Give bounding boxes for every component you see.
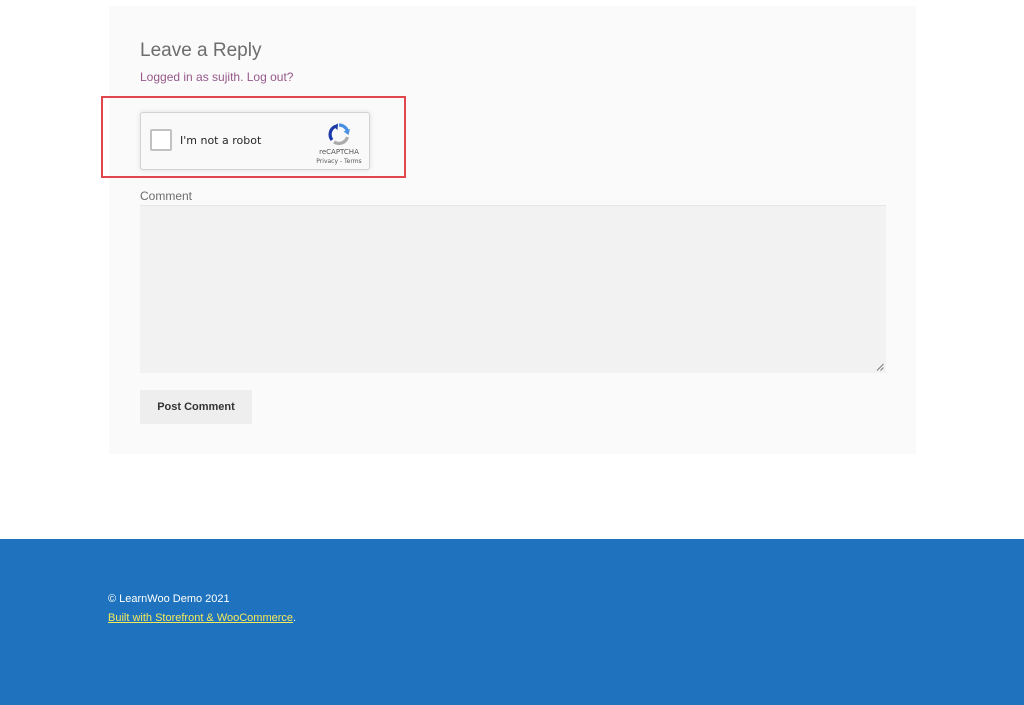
comment-textarea[interactable] xyxy=(140,205,886,373)
reply-title: Leave a Reply xyxy=(140,40,262,61)
recaptcha-terms-link[interactable]: Terms xyxy=(344,158,362,165)
comment-label: Comment xyxy=(140,189,193,203)
site-footer: © LearnWoo Demo 2021 Built with Storefro… xyxy=(0,539,1024,705)
recaptcha-logo-icon xyxy=(328,123,350,146)
logged-in-as: Logged in as sujith. Log out? xyxy=(140,70,293,84)
logout-link[interactable]: Log out? xyxy=(247,70,294,84)
recaptcha-links: Privacy - Terms xyxy=(311,158,367,165)
recaptcha-privacy-link[interactable]: Privacy xyxy=(316,158,338,165)
credit-suffix: . xyxy=(293,612,297,624)
storefront-credit-link[interactable]: Built with Storefront & WooCommerce xyxy=(108,612,293,624)
recaptcha-brand: reCAPTCHA xyxy=(319,148,359,156)
recaptcha-widget: I'm not a robot reCAPTCHA Privacy - Term… xyxy=(140,112,370,170)
recaptcha-checkbox[interactable] xyxy=(150,129,172,151)
footer-credit: Built with Storefront & WooCommerce. xyxy=(108,612,296,624)
resize-grip-icon[interactable] xyxy=(876,363,884,371)
post-comment-button[interactable]: Post Comment xyxy=(140,390,252,424)
logged-in-text: Logged in as sujith. xyxy=(140,70,244,84)
recaptcha-label: I'm not a robot xyxy=(180,134,262,147)
copyright-text: © LearnWoo Demo 2021 xyxy=(108,593,230,605)
